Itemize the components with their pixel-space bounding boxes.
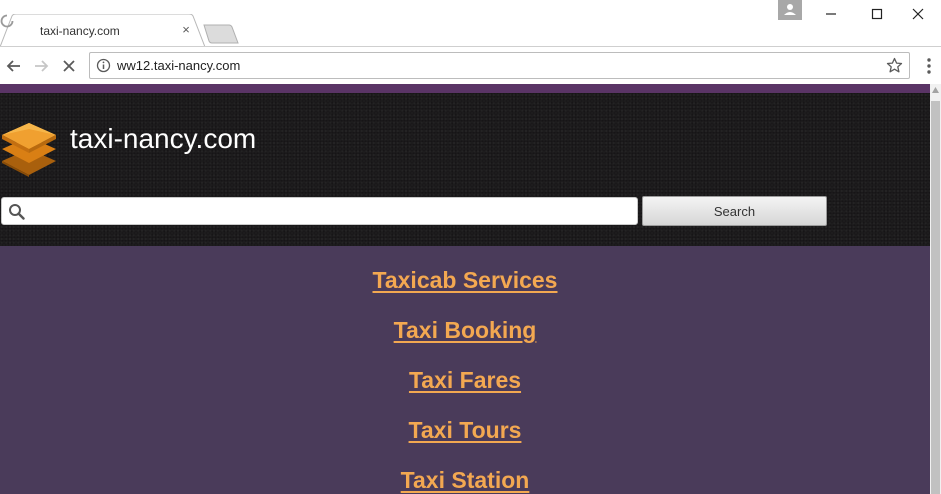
forward-arrow-icon[interactable] xyxy=(30,55,52,77)
close-window-icon xyxy=(912,8,924,20)
link-taxi-booking[interactable]: Taxi Booking xyxy=(394,317,537,343)
link-taxi-tours[interactable]: Taxi Tours xyxy=(409,417,522,443)
close-window-button[interactable] xyxy=(895,0,941,28)
profile-button[interactable] xyxy=(778,0,802,20)
link-taxi-station[interactable]: Taxi Station xyxy=(401,467,530,493)
browser-titlebar: taxi-nancy.com × xyxy=(0,0,941,47)
search-magnifier-icon xyxy=(9,204,25,220)
site-header: taxi-nancy.com Search xyxy=(0,93,930,246)
maximize-button[interactable] xyxy=(854,0,900,28)
list-item: Taxi Booking xyxy=(0,313,930,347)
bookmark-star-icon[interactable] xyxy=(886,57,903,74)
minimize-icon xyxy=(826,13,836,15)
list-item: Taxicab Services xyxy=(0,263,930,297)
person-icon xyxy=(784,4,796,15)
maximize-icon xyxy=(871,8,883,20)
page-scrollbar[interactable] xyxy=(930,84,941,494)
info-circle-icon[interactable] xyxy=(96,58,111,73)
minimize-button[interactable] xyxy=(808,0,854,28)
tab-title: taxi-nancy.com xyxy=(40,24,120,38)
link-taxi-fares[interactable]: Taxi Fares xyxy=(409,367,521,393)
page-viewport: taxi-nancy.com Search Taxicab Services T… xyxy=(0,84,930,494)
address-bar[interactable]: ww12.taxi-nancy.com xyxy=(89,52,910,79)
site-title[interactable]: taxi-nancy.com xyxy=(70,123,256,155)
url-text[interactable]: ww12.taxi-nancy.com xyxy=(117,58,240,73)
browser-toolbar: ww12.taxi-nancy.com xyxy=(0,46,941,84)
site-logo-icon[interactable] xyxy=(0,115,58,177)
back-arrow-icon[interactable] xyxy=(3,55,25,77)
menu-dots-icon[interactable] xyxy=(920,55,938,77)
scroll-up-arrow-icon[interactable] xyxy=(932,87,939,93)
link-taxicab-services[interactable]: Taxicab Services xyxy=(373,267,558,293)
search-button[interactable]: Search xyxy=(642,196,827,226)
loading-spinner-icon xyxy=(0,14,14,28)
tab-close-icon[interactable]: × xyxy=(179,23,193,37)
search-input[interactable] xyxy=(1,197,638,225)
top-accent-strip xyxy=(0,84,930,93)
list-item: Taxi Station xyxy=(0,463,930,494)
scrollbar-thumb[interactable] xyxy=(931,101,940,494)
stop-loading-icon[interactable] xyxy=(58,55,80,77)
list-item: Taxi Tours xyxy=(0,413,930,447)
new-tab-button[interactable] xyxy=(203,24,239,44)
list-item: Taxi Fares xyxy=(0,363,930,397)
browser-tab-active[interactable]: taxi-nancy.com × xyxy=(0,14,205,47)
